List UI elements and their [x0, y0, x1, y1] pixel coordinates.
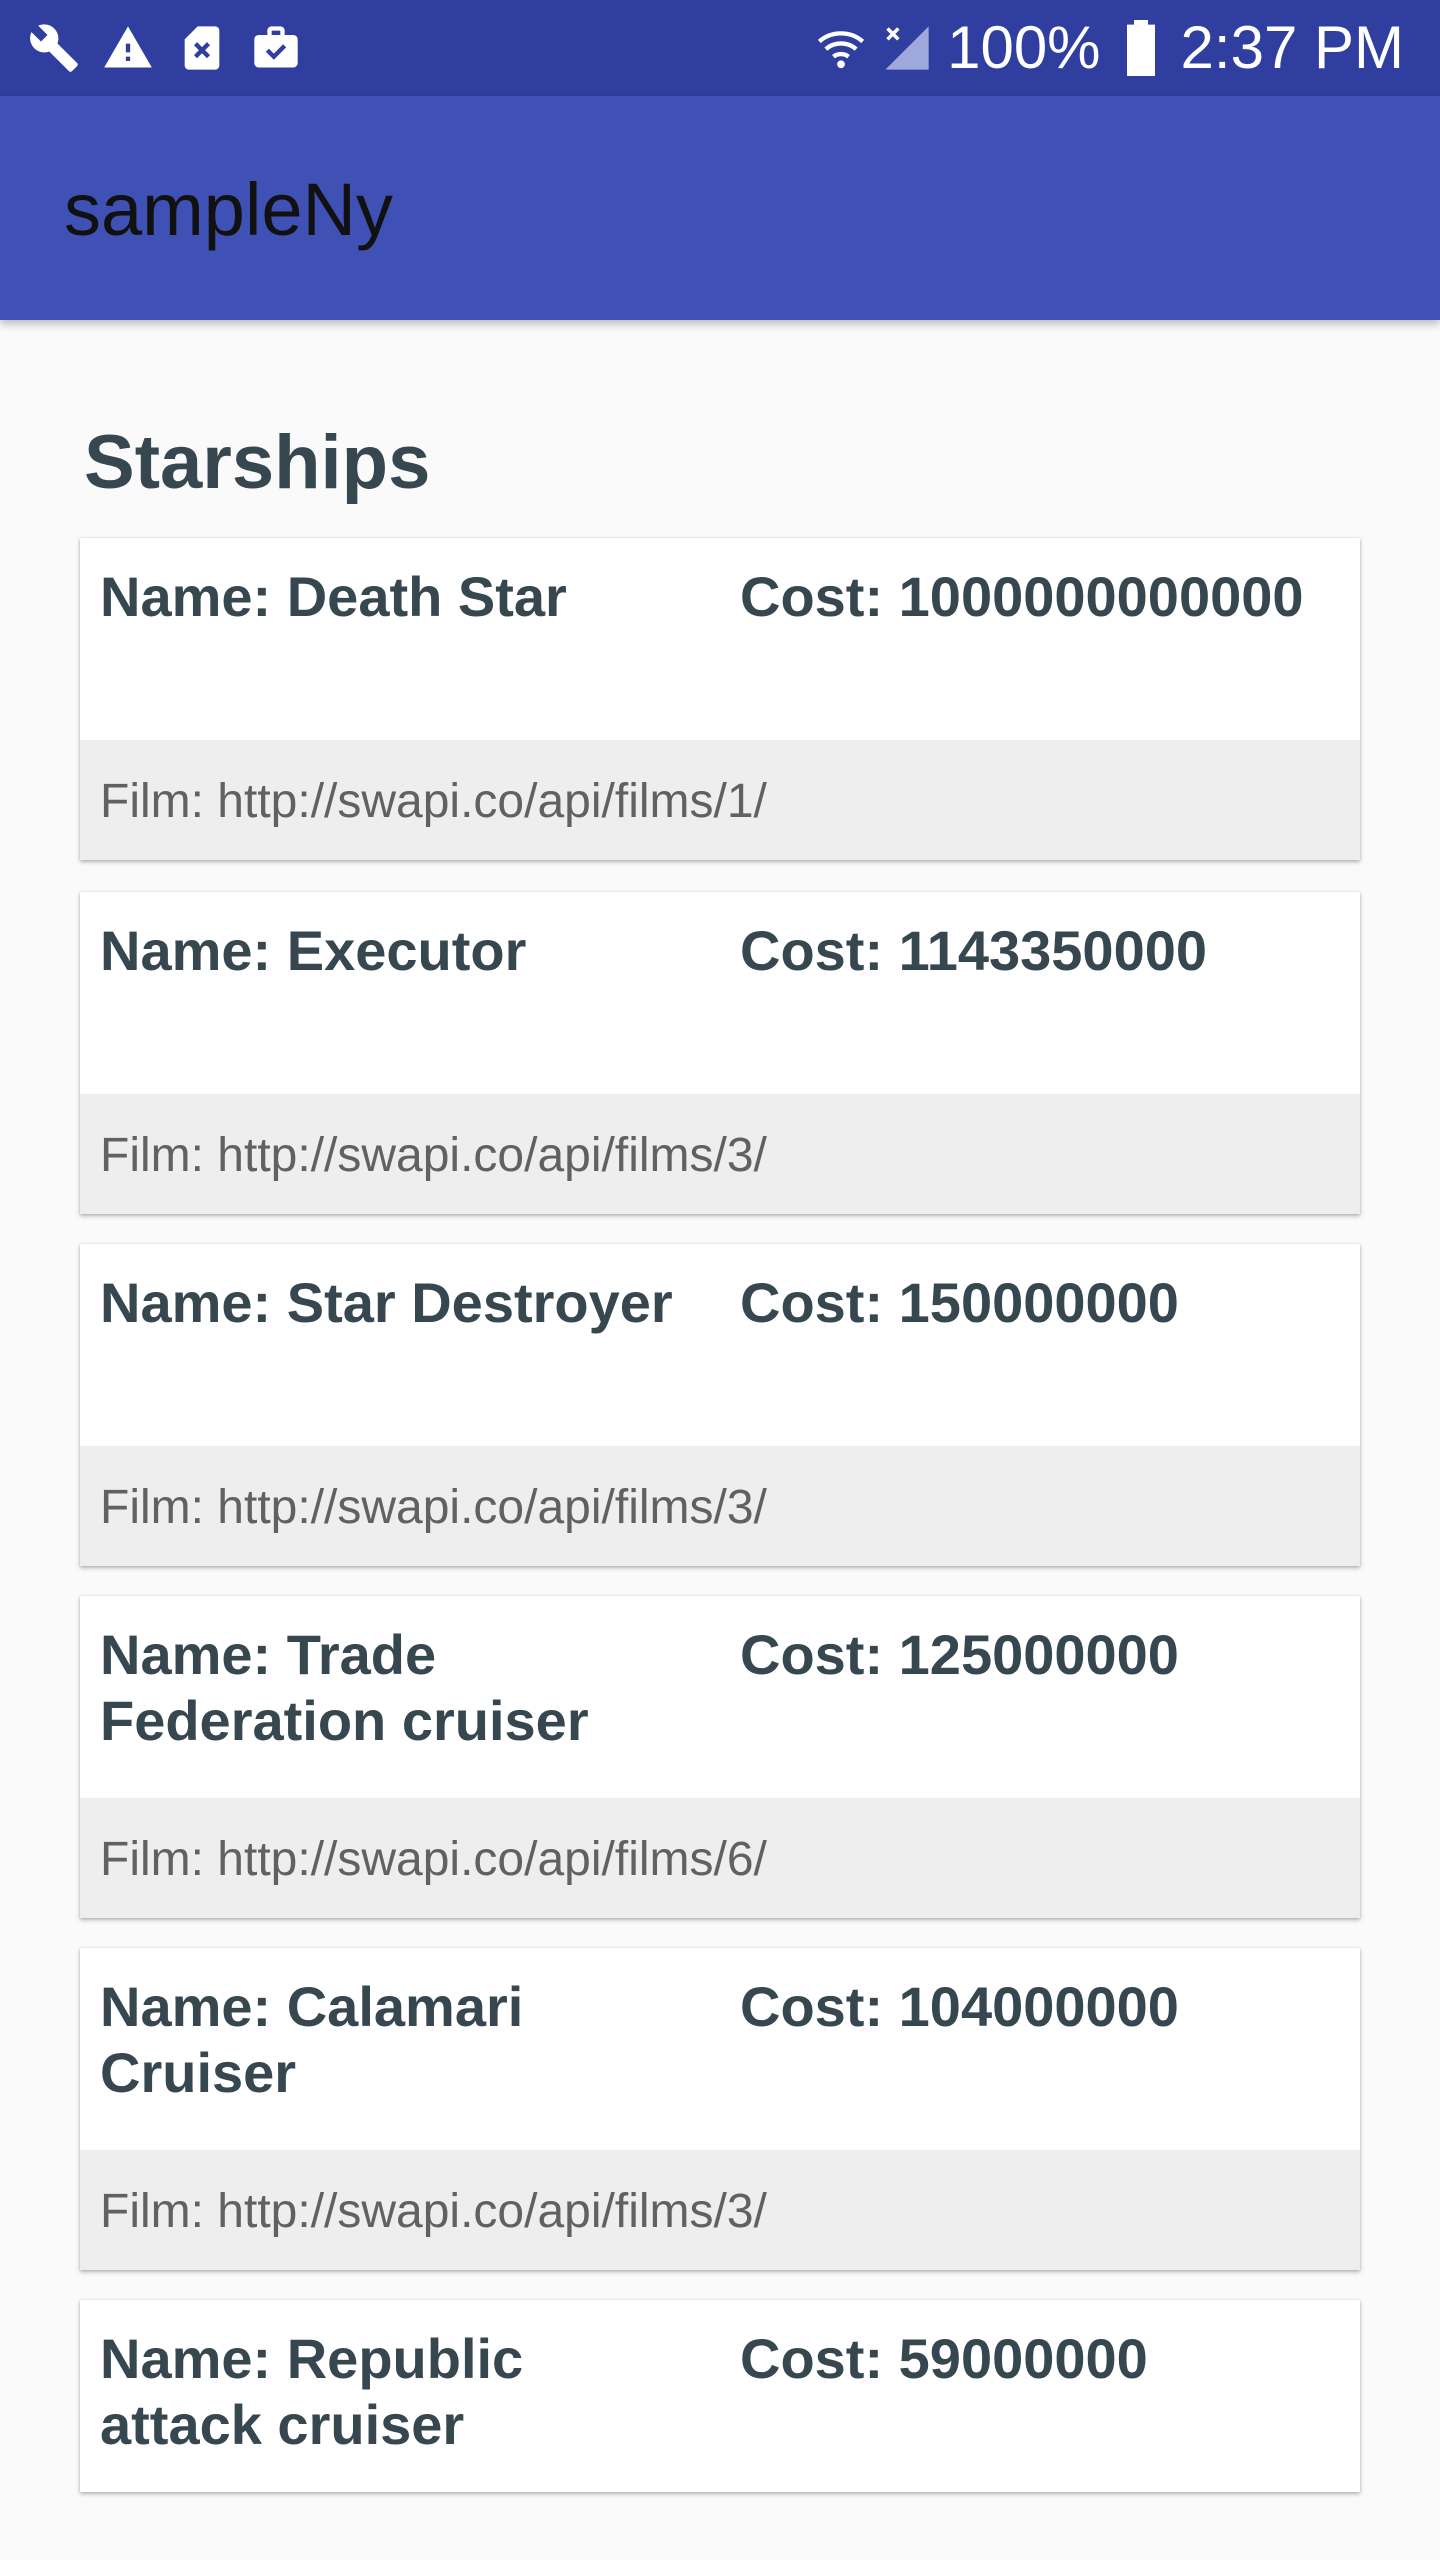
starship-cost: Cost: 59000000 — [740, 2327, 1148, 2390]
card-header: Name: Republic attack cruiser Cost: 5900… — [80, 2300, 1360, 2492]
card-header: Name: Calamari Cruiser Cost: 104000000 — [80, 1948, 1360, 2150]
starship-film: Film: http://swapi.co/api/films/3/ — [100, 2185, 767, 2238]
card-header: Name: Star Destroyer Cost: 150000000 — [80, 1244, 1360, 1446]
card-header: Name: Trade Federation cruiser Cost: 125… — [80, 1596, 1360, 1798]
starship-name: Name: Trade Federation cruiser — [100, 1623, 589, 1752]
starship-name: Name: Executor — [100, 919, 527, 982]
starship-name: Name: Star Destroyer — [100, 1271, 673, 1334]
starship-card[interactable]: Name: Trade Federation cruiser Cost: 125… — [80, 1596, 1360, 1918]
battery-percent: 100% — [947, 14, 1101, 81]
notification-icons — [28, 22, 302, 74]
starship-name: Name: Calamari Cruiser — [100, 1975, 524, 2104]
film-band: Film: http://swapi.co/api/films/1/ — [80, 740, 1360, 860]
wrench-icon — [28, 22, 80, 74]
system-indicators: 100% 2:37 PM — [815, 10, 1404, 86]
sim-error-icon — [176, 22, 228, 74]
starship-card[interactable]: Name: Calamari Cruiser Cost: 104000000 F… — [80, 1948, 1360, 2270]
card-header: Name: Executor Cost: 1143350000 — [80, 892, 1360, 1094]
starship-card[interactable]: Name: Republic attack cruiser Cost: 5900… — [80, 2300, 1360, 2492]
starship-card[interactable]: Name: Death Star Cost: 1000000000000 Fil… — [80, 538, 1360, 860]
starship-film: Film: http://swapi.co/api/films/6/ — [100, 1833, 767, 1886]
status-bar: 100% 2:37 PM — [0, 0, 1440, 96]
film-band: Film: http://swapi.co/api/films/3/ — [80, 1094, 1360, 1214]
starship-cost: Cost: 1143350000 — [740, 919, 1208, 982]
clock: 2:37 PM — [1180, 14, 1404, 81]
starship-name: Name: Republic attack cruiser — [100, 2327, 524, 2456]
starship-card[interactable]: Name: Executor Cost: 1143350000 Film: ht… — [80, 892, 1360, 1214]
starship-cost: Cost: 1000000000000 — [740, 565, 1304, 628]
starship-film: Film: http://swapi.co/api/films/3/ — [100, 1481, 767, 1534]
starship-film: Film: http://swapi.co/api/films/3/ — [100, 1129, 767, 1182]
briefcase-check-icon — [250, 22, 302, 74]
film-band: Film: http://swapi.co/api/films/3/ — [80, 2150, 1360, 2270]
starship-card[interactable]: Name: Star Destroyer Cost: 150000000 Fil… — [80, 1244, 1360, 1566]
section-title: Starships — [84, 420, 431, 505]
signal-icon — [881, 22, 933, 74]
starship-film: Film: http://swapi.co/api/films/1/ — [100, 775, 767, 828]
starship-cost: Cost: 104000000 — [740, 1975, 1179, 2038]
starship-name: Name: Death Star — [100, 565, 567, 628]
starship-cost: Cost: 125000000 — [740, 1623, 1179, 1686]
film-band: Film: http://swapi.co/api/films/3/ — [80, 1446, 1360, 1566]
wifi-icon — [815, 22, 867, 74]
card-header: Name: Death Star Cost: 1000000000000 — [80, 538, 1360, 740]
app-bar: sampleNy — [0, 96, 1440, 320]
starship-cost: Cost: 150000000 — [740, 1271, 1179, 1334]
warning-icon — [102, 22, 154, 74]
app-title: sampleNy — [64, 168, 393, 251]
film-band: Film: http://swapi.co/api/films/6/ — [80, 1798, 1360, 1918]
battery-icon — [1115, 20, 1167, 76]
